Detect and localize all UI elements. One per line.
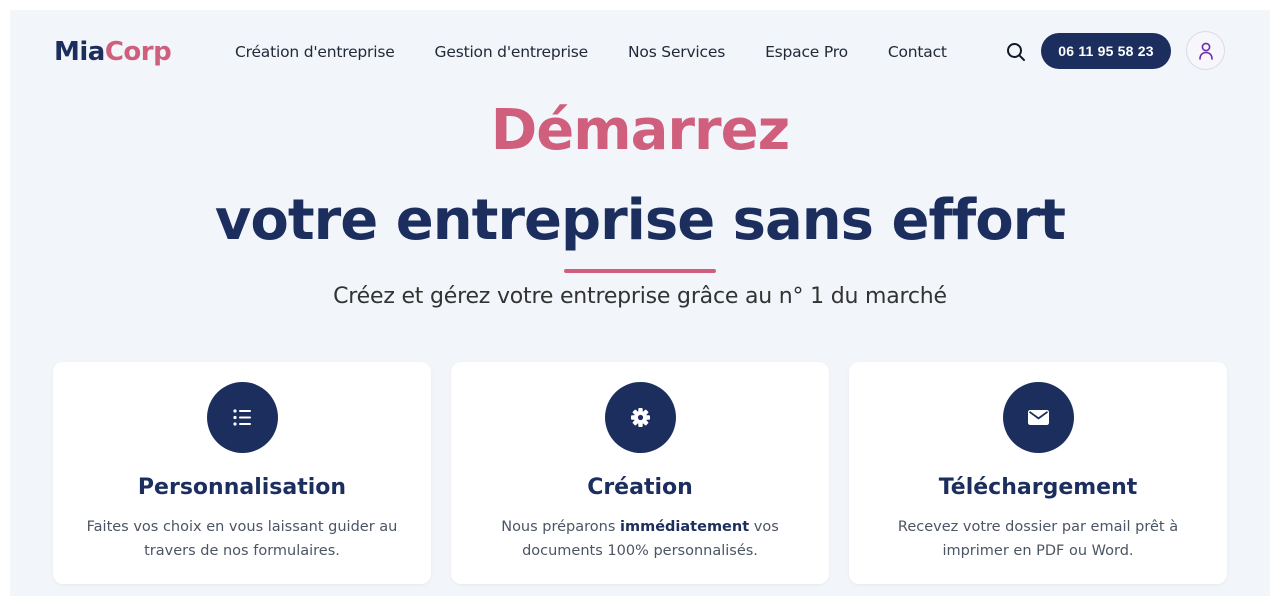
nav-item-contact[interactable]: Contact [888,41,947,63]
page: MiaCorp Création d'entreprise Gestion d'… [10,10,1270,596]
hero-subtitle: Créez et gérez votre entreprise grâce au… [333,284,947,309]
nav-item-creation[interactable]: Création d'entreprise [235,41,395,63]
main-nav: Création d'entreprise Gestion d'entrepri… [235,41,947,63]
feature-description-emphasis: immédiatement [620,519,750,535]
feature-title: Création [587,475,693,500]
brand-logo-part1: Mia [54,37,105,67]
envelope-icon [1003,382,1074,453]
hero-title-line2: votre entreprise sans effort [214,188,1066,253]
feature-description: Faites vos choix en vous laissant guider… [86,519,398,559]
brand-logo-part2: Corp [104,37,172,67]
gear-icon [605,382,676,453]
feature-card-telechargement: Téléchargement Recevez votre dossier par… [849,362,1227,584]
feature-description-start: Nous préparons [501,519,621,535]
nav-item-espace-pro[interactable]: Espace Pro [765,41,848,63]
hero-title-line1: Démarrez [490,98,790,163]
search-icon[interactable] [1005,41,1027,63]
phone-button[interactable]: 06 11 95 58 23 [1041,33,1171,69]
nav-item-gestion[interactable]: Gestion d'entreprise [435,41,589,63]
feature-description: Nous préparons immédiatement vos documen… [469,515,811,563]
nav-item-services[interactable]: Nos Services [628,41,725,63]
user-icon[interactable] [1186,31,1225,70]
feature-card-personnalisation: Personnalisation Faites vos choix en vou… [53,362,431,584]
hero-underline [564,269,716,273]
feature-card-creation: Création Nous préparons immédiatement vo… [451,362,829,584]
list-icon [207,382,278,453]
feature-title: Personnalisation [137,475,347,500]
feature-description: Recevez votre dossier par email prêt à i… [897,519,1179,559]
feature-title: Téléchargement [938,475,1138,500]
brand-logo[interactable]: MiaCorp [54,36,172,68]
